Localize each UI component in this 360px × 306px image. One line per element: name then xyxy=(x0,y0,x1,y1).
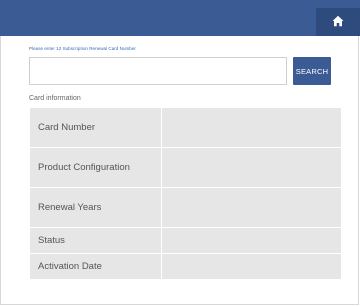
card-information-table: Card Number Product Configuration Renewa… xyxy=(29,107,342,280)
card-number-label: Card Number xyxy=(29,107,162,148)
product-configuration-value xyxy=(161,147,342,188)
activation-date-value xyxy=(161,253,342,280)
status-value xyxy=(161,227,342,254)
table-row: Product Configuration xyxy=(29,147,342,188)
card-information-heading: Card information xyxy=(29,95,81,102)
search-button[interactable]: SEARCH xyxy=(293,57,331,85)
top-navigation-bar xyxy=(0,0,360,36)
product-configuration-label: Product Configuration xyxy=(29,147,162,188)
table-row: Card Number xyxy=(29,107,342,148)
card-number-value xyxy=(161,107,342,148)
activation-date-label: Activation Date xyxy=(29,253,162,280)
card-number-input[interactable] xyxy=(29,57,287,85)
renewal-years-label: Renewal Years xyxy=(29,187,162,228)
table-row: Renewal Years xyxy=(29,187,342,228)
table-row: Status xyxy=(29,227,342,254)
table-row: Activation Date xyxy=(29,253,342,280)
search-hint-text: Please enter 12 Subscription Renewal Car… xyxy=(29,46,136,51)
status-label: Status xyxy=(29,227,162,254)
renewal-years-value xyxy=(161,187,342,228)
home-button[interactable] xyxy=(316,8,360,36)
home-icon xyxy=(332,15,344,27)
